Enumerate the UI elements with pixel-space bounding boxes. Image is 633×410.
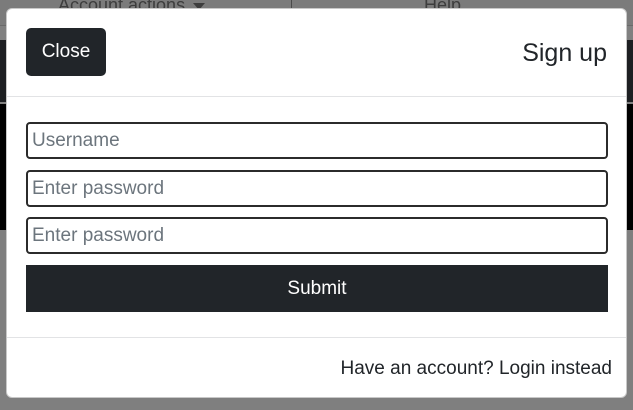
modal-footer: Have an account? Login instead [7,337,626,397]
password-input[interactable] [26,170,608,207]
close-button[interactable]: Close [26,28,106,76]
login-instead-link[interactable]: Have an account? Login instead [341,358,612,380]
modal-header: Close Sign up [7,9,626,97]
signup-modal: Close Sign up Submit Have an account? Lo… [6,8,627,398]
confirm-password-input[interactable] [26,217,608,254]
username-input[interactable] [26,122,608,159]
modal-title: Sign up [522,39,607,67]
submit-button[interactable]: Submit [26,265,608,312]
modal-body: Submit [7,98,626,336]
